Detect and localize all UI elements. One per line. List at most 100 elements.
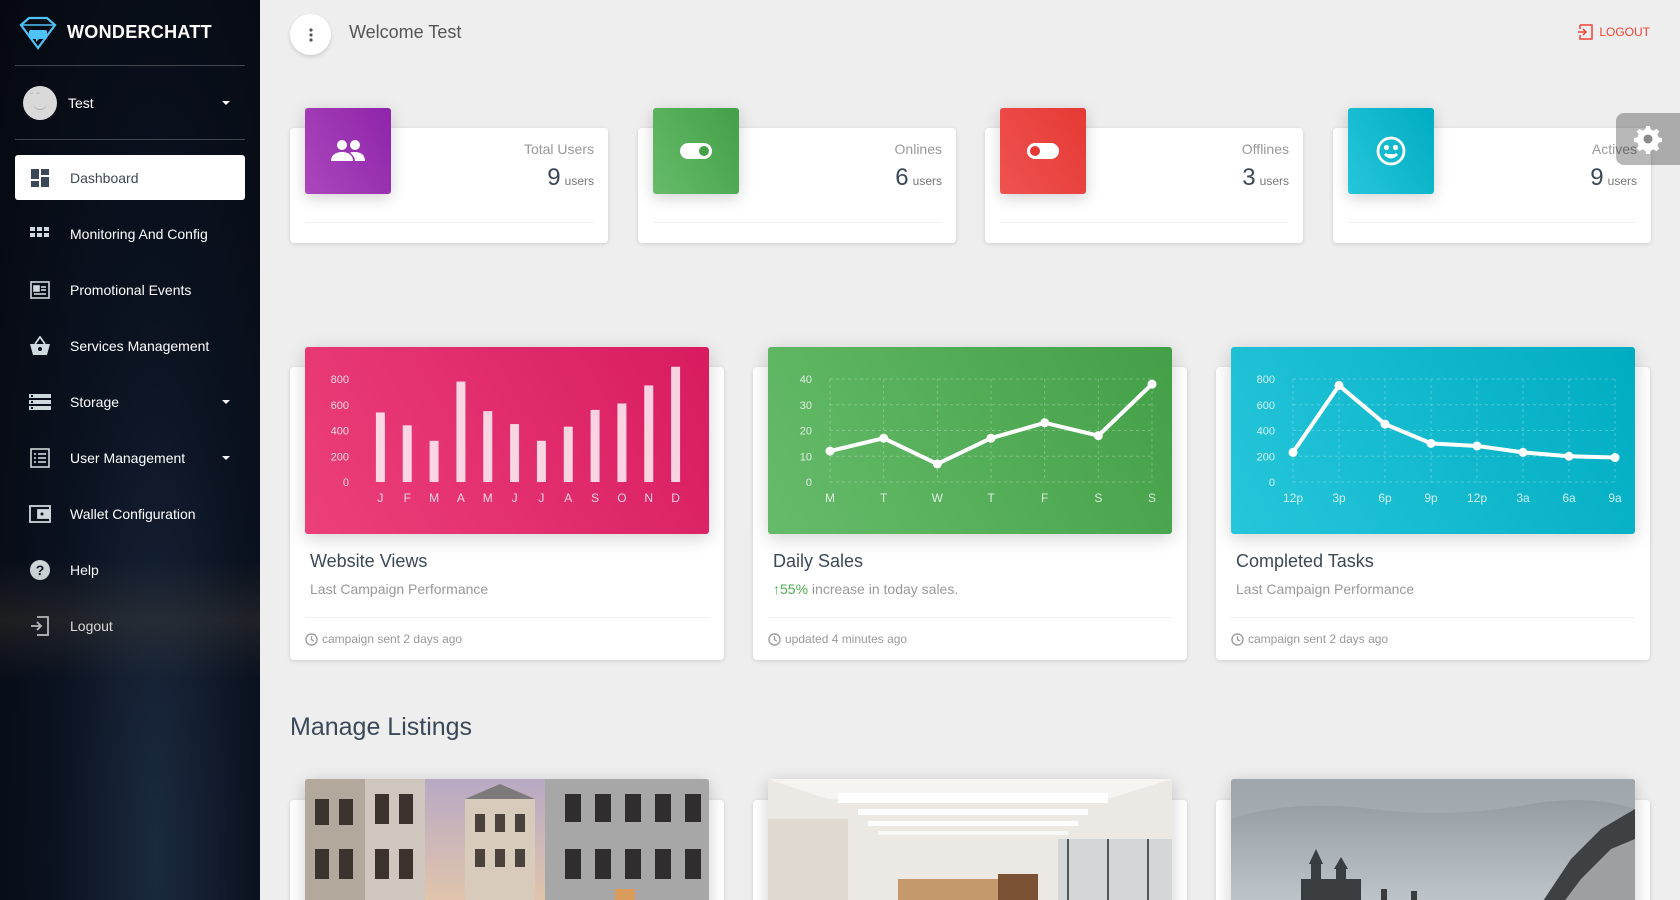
basket-icon: [28, 334, 52, 358]
series-line: [1291, 383, 1616, 460]
stat-icon-box: [1000, 108, 1086, 194]
stat-card-actives: Actives 9 users: [1333, 108, 1651, 243]
stat-number: 9: [547, 164, 561, 191]
welcome-text: Welcome Test: [349, 22, 462, 42]
y-tick-label: 400: [1257, 426, 1275, 438]
bar: [563, 426, 573, 482]
sidebar-item-services-management[interactable]: Services Management: [15, 323, 245, 368]
card-footer: updated 4 minutes ago: [768, 617, 1172, 646]
stat-unit: users: [912, 174, 942, 188]
user-menu[interactable]: Test: [15, 66, 245, 140]
listing-image-interior[interactable]: [768, 779, 1172, 900]
card-completed-tasks: 0 200 400 600 800 12p 3p 6p 9p 12p 3a 6a 9a Complete…: [1216, 347, 1650, 660]
sidebar-item-logout[interactable]: Logout: [15, 603, 245, 648]
card-subtitle: ↑55% increase in today sales.: [773, 581, 958, 597]
bar: [671, 366, 681, 482]
x-tick-label: O: [617, 491, 626, 505]
listing-card[interactable]: [290, 779, 724, 900]
logout-icon: [1578, 24, 1594, 40]
stat-card-offlines: Offlines 3 users: [985, 108, 1303, 243]
y-tick-label: 10: [800, 451, 812, 463]
list-icon: [28, 446, 52, 470]
data-point: [1147, 379, 1157, 389]
x-tick-label: 9p: [1424, 491, 1438, 505]
sidebar-item-label: Help: [70, 561, 99, 578]
listing-card[interactable]: [1216, 779, 1650, 900]
stat-number: 6: [895, 164, 909, 191]
clock-icon: [768, 632, 781, 646]
card-subtitle: Last Campaign Performance: [310, 581, 489, 597]
listing-image-street[interactable]: [305, 779, 709, 900]
data-point: [1518, 447, 1528, 457]
bar: [429, 440, 439, 482]
more-vert-icon: [308, 27, 313, 42]
x-tick-label: 3p: [1332, 491, 1346, 505]
x-tick-label: A: [457, 491, 465, 505]
data-point: [1334, 380, 1344, 390]
data-point: [986, 433, 996, 443]
logout-icon: [28, 614, 52, 638]
x-tick-label: M: [825, 491, 835, 505]
card-title: Website Views: [310, 551, 428, 571]
stat-unit: users: [564, 174, 594, 188]
sidebar-item-label: User Management: [70, 449, 186, 466]
x-tick-label: D: [671, 491, 680, 505]
sidebar-item-wallet-configuration[interactable]: Wallet Configuration: [15, 491, 245, 536]
stat-value: 9 users: [1590, 164, 1637, 192]
data-point: [1564, 451, 1574, 461]
sidebar-item-promotional-events[interactable]: Promotional Events: [15, 267, 245, 312]
sidebar-item-help[interactable]: ? Help: [15, 547, 245, 592]
daily-sales-chart: 0 10 20 30 40 M T W T F S S: [768, 347, 1172, 534]
brand[interactable]: WONDERCHATT: [15, 0, 245, 66]
toggle-off-icon: [1027, 143, 1059, 159]
data-point: [1093, 431, 1103, 441]
sidebar-item-label: Monitoring And Config: [70, 225, 208, 242]
section-title: Manage Listings: [290, 713, 473, 741]
svg-text:?: ?: [36, 562, 45, 578]
logout-link[interactable]: LOGOUT: [1578, 24, 1650, 40]
sidebar-item-dashboard[interactable]: Dashboard: [15, 155, 245, 200]
sidebar-item-storage[interactable]: Storage: [15, 379, 245, 424]
wallet-icon: [28, 502, 52, 526]
listing-image-castle[interactable]: [1231, 779, 1635, 900]
y-tick-label: 800: [1257, 374, 1275, 386]
dashboard-icon: [28, 166, 52, 190]
stat-category: Total Users: [523, 141, 594, 157]
x-tick-label: 6p: [1378, 491, 1392, 505]
data-point: [1288, 447, 1298, 457]
people-icon: [331, 140, 365, 161]
listing-card[interactable]: [753, 779, 1187, 900]
card-subtitle: Last Campaign Performance: [1236, 581, 1415, 597]
x-tick-label: S: [591, 491, 599, 505]
y-tick-label: 600: [1257, 400, 1275, 412]
x-tick-label: 6a: [1562, 491, 1576, 505]
bar: [590, 409, 600, 482]
x-tick-label: 9a: [1608, 491, 1622, 505]
data-point: [825, 446, 835, 456]
sidebar-item-label: Storage: [70, 393, 120, 410]
stat-value: 9 users: [547, 164, 594, 192]
x-tick-label: A: [564, 491, 572, 505]
data-point: [932, 459, 942, 469]
stat-value: 6 users: [895, 164, 942, 192]
more-vert-button[interactable]: [290, 14, 331, 55]
data-point: [1040, 418, 1050, 428]
sidebar-item-monitoring[interactable]: Monitoring And Config: [15, 211, 245, 256]
stat-number: 3: [1242, 164, 1256, 191]
sidebar-item-user-management[interactable]: User Management: [15, 435, 245, 480]
data-point: [1472, 441, 1482, 451]
y-tick-label: 40: [800, 374, 812, 386]
stat-footer: [305, 222, 593, 223]
caret-down-icon: [222, 455, 230, 460]
card-website-views: 0 200 400 600 800 J F M A M J J A S O N D Website Views …: [290, 347, 724, 660]
stat-icon-box: [653, 108, 739, 194]
y-tick-label: 0: [1269, 477, 1275, 489]
card-footer-text: campaign sent 2 days ago: [1248, 632, 1389, 646]
settings-button[interactable]: [1616, 113, 1680, 165]
data-point: [1610, 453, 1620, 463]
card-daily-sales: 0 10 20 30 40 M T W T F S S Daily Sales ↑55% increa…: [753, 347, 1187, 660]
bar: [483, 411, 493, 482]
y-tick-label: 0: [806, 477, 812, 489]
bar: [644, 385, 654, 482]
x-tick-label: J: [377, 491, 383, 505]
